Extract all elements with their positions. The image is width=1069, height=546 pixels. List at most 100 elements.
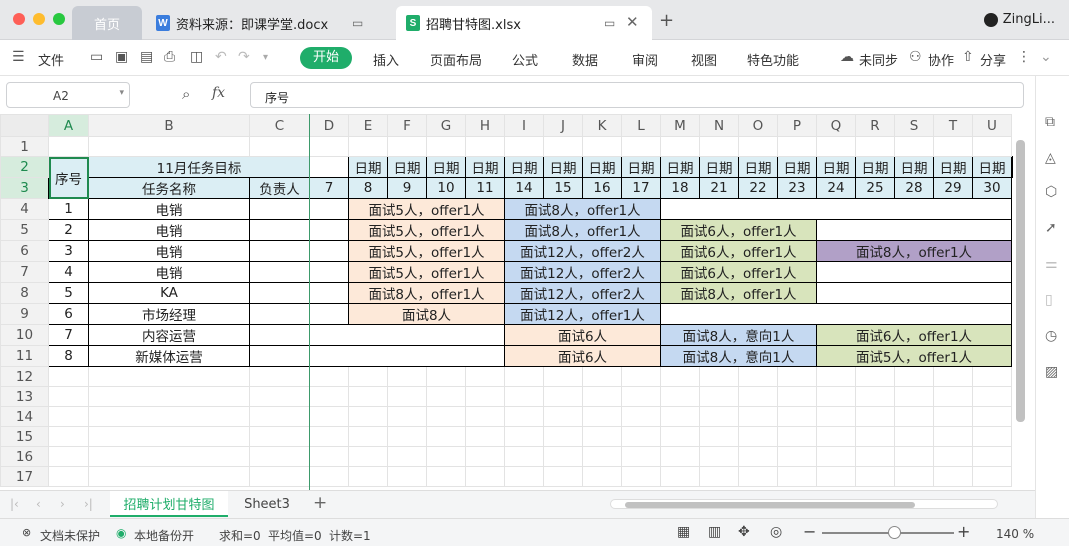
empty-cell[interactable]: [88, 426, 250, 447]
empty-cell[interactable]: [855, 136, 895, 157]
empty-cell[interactable]: [855, 446, 895, 467]
column-header-f[interactable]: F: [387, 114, 427, 137]
zoom-in-icon[interactable]: +: [957, 522, 970, 541]
empty-cell[interactable]: [465, 406, 505, 427]
date-label-cell[interactable]: 日期: [387, 156, 427, 178]
empty-cell[interactable]: [621, 426, 661, 447]
date-cell[interactable]: 25: [855, 177, 895, 199]
cell-seq[interactable]: 1: [48, 198, 89, 220]
empty-cell[interactable]: [855, 366, 895, 387]
date-cell[interactable]: 15: [543, 177, 583, 199]
menu-review[interactable]: 审阅: [632, 50, 658, 69]
empty-cell[interactable]: [309, 406, 349, 427]
date-label-cell[interactable]: 日期: [972, 156, 1012, 178]
column-header-c[interactable]: C: [249, 114, 310, 137]
empty-cell[interactable]: [309, 466, 349, 487]
empty-cell[interactable]: [465, 386, 505, 407]
empty-cell[interactable]: [894, 426, 934, 447]
gantt-segment[interactable]: 面试5人，offer1人: [816, 345, 1012, 367]
cell-task-name[interactable]: 市场经理: [88, 303, 250, 325]
empty-cell[interactable]: [88, 466, 250, 487]
cell-seq[interactable]: 5: [48, 282, 89, 304]
empty-cell[interactable]: [426, 406, 466, 427]
sheet-tab-active[interactable]: 招聘计划甘特图: [110, 491, 228, 517]
cell-task-name[interactable]: 电销: [88, 240, 250, 262]
empty-cell[interactable]: [933, 386, 973, 407]
date-label-cell[interactable]: 日期: [933, 156, 973, 178]
eye-protect-icon[interactable]: ◎: [770, 524, 782, 540]
cell-seq[interactable]: 4: [48, 261, 89, 283]
date-cell[interactable]: 29: [933, 177, 973, 199]
date-cell[interactable]: 17: [621, 177, 661, 199]
date-cell[interactable]: 24: [816, 177, 856, 199]
column-header-a[interactable]: A: [48, 114, 89, 137]
empty-cell[interactable]: [933, 406, 973, 427]
column-header-m[interactable]: M: [660, 114, 700, 137]
date-cell[interactable]: 7: [309, 177, 349, 199]
adjust-icon[interactable]: ⚌: [1045, 256, 1058, 272]
column-header-k[interactable]: K: [582, 114, 622, 137]
empty-cell[interactable]: [855, 426, 895, 447]
column-header-d[interactable]: D: [309, 114, 349, 137]
first-sheet-icon[interactable]: |‹: [10, 497, 19, 511]
empty-cell[interactable]: [426, 386, 466, 407]
zoom-out-icon[interactable]: −: [803, 522, 816, 541]
column-header-q[interactable]: Q: [816, 114, 856, 137]
empty-cell[interactable]: [465, 136, 505, 157]
column-header-h[interactable]: H: [465, 114, 505, 137]
empty-cell[interactable]: [543, 446, 583, 467]
empty-cell[interactable]: [894, 466, 934, 487]
empty-cell[interactable]: [699, 426, 739, 447]
empty-cell[interactable]: [777, 406, 817, 427]
gantt-segment[interactable]: 面试5人，offer1人: [348, 219, 505, 241]
zoom-slider[interactable]: [822, 526, 954, 539]
new-tab-icon[interactable]: +: [659, 10, 674, 31]
row-header[interactable]: 11: [0, 345, 49, 367]
date-label-cell[interactable]: 日期: [582, 156, 622, 178]
empty-cell[interactable]: [816, 446, 856, 467]
empty-cell[interactable]: [309, 240, 349, 262]
empty-cell[interactable]: [348, 446, 388, 467]
date-cell[interactable]: 22: [738, 177, 778, 199]
date-label-cell[interactable]: 日期: [699, 156, 739, 178]
print-icon[interactable]: ⎙: [164, 49, 175, 65]
cell-task-name[interactable]: KA: [88, 282, 250, 304]
empty-cell[interactable]: [660, 386, 700, 407]
empty-cell[interactable]: [582, 386, 622, 407]
zoom-level[interactable]: 140 %: [996, 527, 1034, 541]
collapse-ribbon-icon[interactable]: ⌄: [1040, 49, 1052, 65]
frame-icon[interactable]: ▯: [1045, 292, 1053, 308]
empty-cell[interactable]: [387, 366, 427, 387]
column-header-o[interactable]: O: [738, 114, 778, 137]
date-cell[interactable]: 11: [465, 177, 505, 199]
empty-cell[interactable]: [465, 466, 505, 487]
empty-cell[interactable]: [309, 345, 505, 367]
menu-collab[interactable]: 协作: [928, 50, 954, 69]
empty-cell[interactable]: [309, 303, 349, 325]
gantt-segment[interactable]: 面试5人，offer1人: [348, 261, 505, 283]
empty-cell[interactable]: [972, 366, 1012, 387]
empty-cell[interactable]: [465, 426, 505, 447]
split-view-icon[interactable]: ✥: [738, 524, 750, 540]
empty-cell[interactable]: [48, 446, 89, 467]
empty-cell[interactable]: [48, 426, 89, 447]
add-sheet-icon[interactable]: +: [313, 493, 327, 513]
empty-cell[interactable]: [972, 446, 1012, 467]
date-label-cell[interactable]: 日期: [738, 156, 778, 178]
close-window-button[interactable]: [13, 13, 25, 25]
empty-cell[interactable]: [738, 366, 778, 387]
cell-owner[interactable]: [249, 219, 310, 241]
empty-cell[interactable]: [816, 261, 1012, 283]
empty-cell[interactable]: [309, 136, 349, 157]
page-view-icon[interactable]: ▥: [708, 524, 721, 540]
empty-cell[interactable]: [816, 366, 856, 387]
empty-cell[interactable]: [699, 466, 739, 487]
empty-cell[interactable]: [249, 406, 310, 427]
cell-seq[interactable]: 8: [48, 345, 89, 367]
cell-owner[interactable]: [249, 261, 310, 283]
date-label-cell[interactable]: 日期: [777, 156, 817, 178]
empty-cell[interactable]: [816, 406, 856, 427]
cell-seq[interactable]: 6: [48, 303, 89, 325]
gantt-segment[interactable]: 面试8人，offer1人: [816, 240, 1012, 262]
prev-sheet-icon[interactable]: ‹: [36, 497, 41, 511]
